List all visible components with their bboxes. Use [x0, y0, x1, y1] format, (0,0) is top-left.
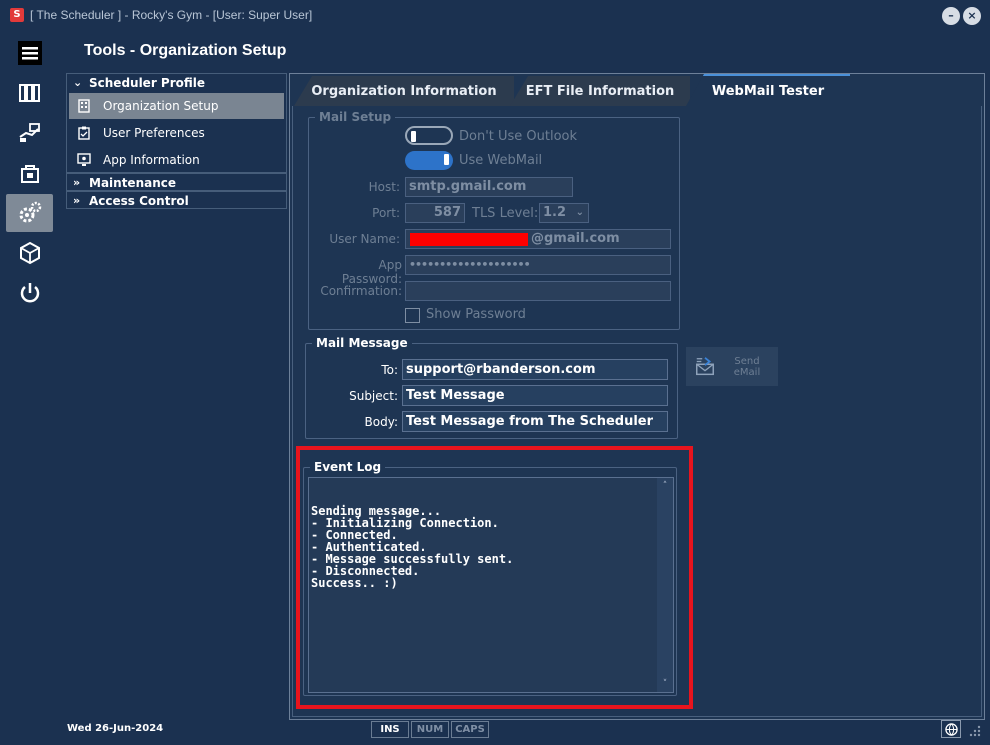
nav-group-label: Scheduler Profile: [89, 75, 206, 90]
minimize-button[interactable]: –: [942, 7, 960, 25]
user-name-label: User Name:: [329, 232, 400, 246]
host-label: Host:: [368, 180, 400, 194]
status-date: Wed 26-Jun-2024: [67, 723, 164, 734]
hamburger-icon: [17, 41, 42, 65]
tab-eft-file-information[interactable]: EFT File Information: [510, 76, 690, 106]
to-input[interactable]: support@rbanderson.com: [402, 359, 668, 380]
use-webmail-label: Use WebMail: [459, 153, 543, 168]
show-password-checkbox[interactable]: [405, 308, 420, 323]
body-label: Body:: [364, 415, 398, 429]
window-title: [ The Scheduler ] - Rocky's Gym - [User:…: [30, 8, 313, 22]
app-logo-icon: S: [10, 8, 24, 22]
tab-organization-information[interactable]: Organization Information: [294, 76, 514, 106]
port-label: Port:: [372, 206, 400, 220]
chevron-down-icon: ⌄: [73, 76, 83, 89]
to-label: To:: [381, 363, 398, 377]
confirmation-label: Confirmation:: [320, 284, 402, 298]
chevron-right-icon: »: [73, 194, 81, 207]
tls-level-select[interactable]: 1.2 ⌄: [539, 203, 589, 223]
globe-icon: [944, 722, 958, 736]
send-email-button[interactable]: Send eMail: [686, 347, 778, 386]
num-indicator: NUM: [411, 721, 449, 738]
rail-billing-button[interactable]: [6, 114, 53, 152]
nav-group-label: Access Control: [89, 193, 189, 208]
rail-products-button[interactable]: [6, 154, 53, 192]
nav-item-label: App Information: [103, 153, 200, 167]
globe-button[interactable]: [941, 720, 961, 738]
tls-level-label: TLS Level:: [472, 206, 539, 221]
nav-item-label: User Preferences: [103, 126, 205, 140]
nav-item-label: Organization Setup: [103, 99, 219, 113]
monitor-icon: [77, 153, 103, 167]
nav-group-header-access-control: » Access Control: [67, 192, 286, 209]
nav-group-header-maintenance: » Maintenance: [67, 174, 286, 191]
send-email-icon: [696, 356, 714, 375]
rail-binders-button[interactable]: [6, 74, 53, 112]
close-button[interactable]: ×: [963, 7, 981, 25]
send-email-label: Send eMail: [733, 355, 761, 378]
port-input[interactable]: 587: [405, 203, 465, 223]
subject-input[interactable]: Test Message: [402, 385, 668, 406]
power-button[interactable]: [6, 274, 53, 312]
mail-message-legend: Mail Message: [316, 336, 408, 350]
app-password-label: App Password:: [341, 258, 402, 286]
host-input[interactable]: smtp.gmail.com: [405, 177, 573, 197]
hand-money-icon: [18, 123, 40, 142]
box-icon: [19, 241, 40, 265]
hamburger-menu-button[interactable]: [6, 34, 53, 72]
nav-group-label: Maintenance: [89, 175, 177, 190]
resize-grip-icon[interactable]: [968, 724, 982, 738]
power-icon: [20, 283, 39, 303]
rail-package-button[interactable]: [6, 234, 53, 272]
dont-use-outlook-toggle[interactable]: [405, 126, 453, 145]
app-password-input[interactable]: ••••••••••••••••••••: [405, 255, 671, 275]
page-title: Tools - Organization Setup: [84, 42, 287, 59]
bag-icon: [20, 165, 39, 183]
building-icon: [77, 99, 103, 113]
binders-icon: [18, 84, 40, 102]
clipboard-icon: [77, 126, 103, 140]
rail-tools-button[interactable]: [6, 194, 53, 232]
nav-item-organization-setup[interactable]: Organization Setup: [69, 93, 284, 119]
chevron-right-icon: »: [73, 176, 81, 189]
gears-icon: [19, 201, 41, 223]
show-password-label: Show Password: [426, 307, 526, 322]
highlight-annotation: [296, 446, 693, 709]
subject-label: Subject:: [349, 389, 398, 403]
nav-group-header-scheduler-profile[interactable]: ⌄ Scheduler Profile: [67, 74, 286, 91]
body-input[interactable]: Test Message from The Scheduler: [402, 411, 668, 432]
nav-group-access-control[interactable]: » Access Control: [66, 191, 287, 209]
caps-indicator: CAPS: [451, 721, 489, 738]
chevron-down-icon: ⌄: [575, 207, 584, 218]
nav-group-scheduler-profile: ⌄ Scheduler Profile Organization Setup U…: [66, 73, 287, 173]
tab-webmail-tester[interactable]: WebMail Tester: [686, 74, 850, 106]
use-webmail-toggle[interactable]: [405, 151, 453, 170]
dont-use-outlook-label: Don't Use Outlook: [459, 129, 578, 144]
mail-setup-legend: Mail Setup: [319, 110, 392, 124]
tls-level-value: 1.2: [543, 205, 567, 220]
confirmation-input[interactable]: [405, 281, 671, 301]
nav-item-app-information[interactable]: App Information: [69, 147, 284, 173]
nav-group-maintenance[interactable]: » Maintenance: [66, 173, 287, 191]
redaction-mark: [410, 233, 528, 246]
ins-indicator: INS: [371, 721, 409, 738]
nav-item-user-preferences[interactable]: User Preferences: [69, 120, 284, 146]
